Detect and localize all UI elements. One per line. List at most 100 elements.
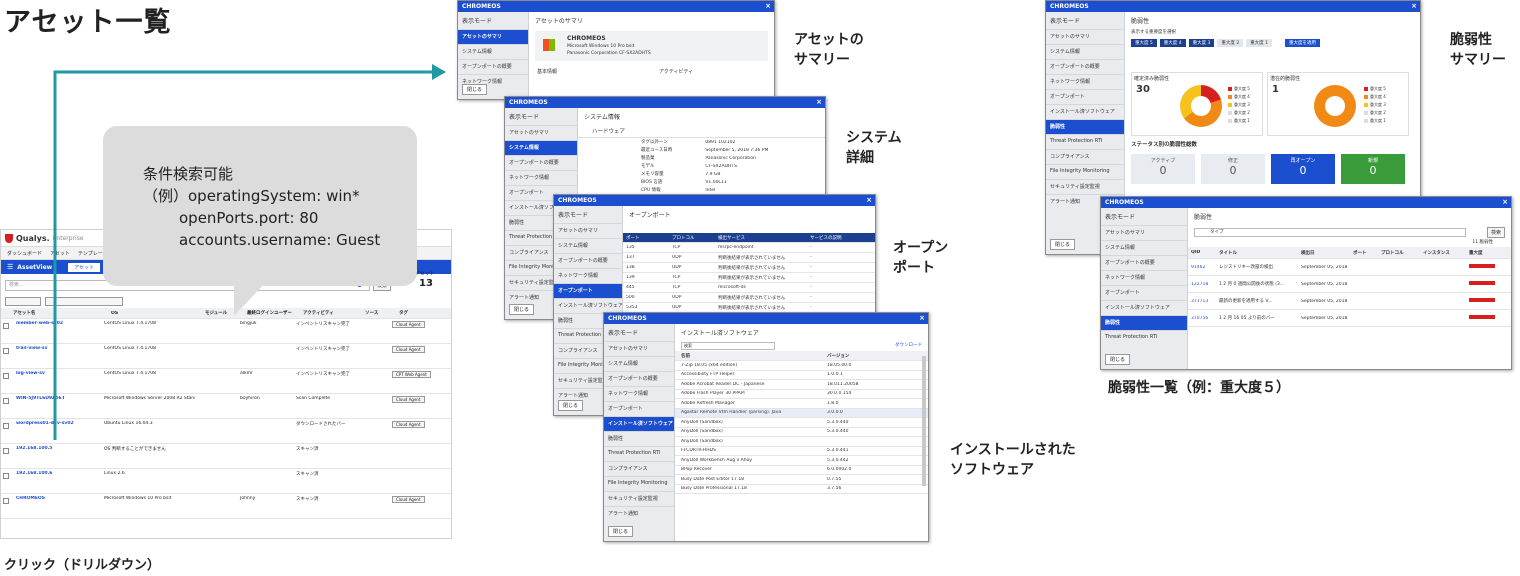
download-link[interactable]: ダウンロード <box>895 342 922 348</box>
software-row[interactable]: Agastar Remote Vtm Handler (parsing). Ja… <box>675 408 928 418</box>
port-row[interactable]: 135 TCP msrpc-endpoint - <box>623 243 875 253</box>
filter-input[interactable] <box>1194 228 1466 237</box>
software-search-input[interactable]: 検索 <box>681 342 775 350</box>
vuln-qid[interactable]: 91462 <box>1188 265 1216 270</box>
side-menu-item[interactable]: アラート通知 <box>604 506 674 521</box>
status-card[interactable]: 再オープン 0 <box>1271 154 1335 184</box>
vuln-row[interactable]: 371713 最新の更新を適用する V... September 05, 2018 <box>1188 293 1511 310</box>
side-menu-item[interactable]: オープンポート <box>1046 89 1124 104</box>
col-qid[interactable]: QID <box>1188 250 1216 255</box>
side-menu-item[interactable]: システム情報 <box>1046 44 1124 59</box>
side-menu-item[interactable]: ネットワーク情報 <box>604 386 674 401</box>
side-menu-item[interactable]: インストール済ソフトウェア <box>604 416 674 431</box>
col-severity[interactable]: 重大度 <box>1466 250 1506 256</box>
side-menu-item[interactable]: Threat Protection RTI <box>604 446 674 461</box>
side-menu-item[interactable]: オープンポートの概要 <box>1101 255 1187 270</box>
severity-toggle[interactable]: 重大度 1 <box>1246 39 1272 47</box>
col-protocol[interactable]: プロトコル <box>669 235 715 241</box>
close-button[interactable]: 閉じる <box>1050 239 1076 250</box>
col-instance[interactable]: インスタンス <box>1420 250 1466 256</box>
status-card[interactable]: アクティブ 0 <box>1131 154 1195 184</box>
side-menu-item[interactable]: ネットワーク情報 <box>1046 74 1124 89</box>
side-menu-item[interactable]: 脆弱性 <box>1101 315 1187 330</box>
severity-toggle[interactable]: 重大度 5 <box>1131 39 1157 47</box>
side-menu-item[interactable]: 脆弱性 <box>604 431 674 446</box>
software-row[interactable]: Adobe Flash Player 30 PPAPI 30.0.0.154 <box>675 390 928 399</box>
close-icon[interactable]: × <box>765 1 771 12</box>
col-port[interactable]: ポート <box>623 235 669 241</box>
col-sw-version[interactable]: バージョン <box>824 353 910 359</box>
software-row[interactable]: BPop Recover 6.0.0002.0 <box>675 466 928 475</box>
col-title[interactable]: タイトル <box>1216 250 1298 256</box>
port-row[interactable]: 137 UDP 判断後結果が表示されていません - <box>623 253 875 263</box>
software-row[interactable]: AnyDoll (Sandbox) 5.3.0.440 <box>675 418 928 428</box>
side-menu-item[interactable]: ネットワーク情報 <box>1101 270 1187 285</box>
close-button[interactable]: 閉じる <box>509 304 535 315</box>
side-menu-item[interactable]: システム情報 <box>604 356 674 371</box>
side-menu-item[interactable]: インストール済ソフトウェア <box>1046 104 1124 119</box>
col-service-desc[interactable]: サービスの説明 <box>807 235 873 241</box>
vuln-row[interactable]: 91462 レジストリキー改竄の検出 September 05, 2018 <box>1188 259 1511 276</box>
col-port[interactable]: ポート <box>1350 250 1378 256</box>
software-row[interactable]: Adobe Acrobat Reader DC - Japanese 18.011… <box>675 380 928 390</box>
software-row[interactable]: FFCDRTR-HHDS 5.3.0.441 <box>675 447 928 456</box>
side-menu-item[interactable]: File Integrity Monitoring <box>1046 164 1124 179</box>
close-button[interactable]: 閉じる <box>462 84 488 95</box>
vuln-search-button[interactable]: 検索 <box>1486 227 1505 238</box>
side-menu-item[interactable]: Threat Protection RTI <box>1046 134 1124 149</box>
port-row[interactable]: 500 UDP 判断後結果が表示されていません - <box>623 293 875 303</box>
close-button[interactable]: 閉じる <box>558 400 584 411</box>
close-icon[interactable]: × <box>1502 197 1508 208</box>
software-row[interactable]: Busy Date Post Editor 17.18 0.7.55 <box>675 475 928 485</box>
software-row[interactable]: AnyDoll Workbench Aug x Ahoy 5.3.0.442 <box>675 456 928 466</box>
vuln-row[interactable]: 370756 1 2 月 16 05 より前のバー September 05, 20… <box>1188 310 1511 327</box>
side-menu-item[interactable]: アセットのサマリ <box>1101 225 1187 240</box>
side-menu-item[interactable]: セキュリティ設定監視 <box>604 491 674 506</box>
side-menu-item[interactable]: 脆弱性 <box>1046 119 1124 134</box>
side-menu-item[interactable]: インストール済ソフトウェア <box>1101 300 1187 315</box>
side-menu-item[interactable]: アセットのサマリ <box>604 341 674 356</box>
close-icon[interactable]: × <box>866 195 872 206</box>
close-icon[interactable]: × <box>816 97 822 108</box>
software-row[interactable]: 7-Zip 18.05 (x64 edition) 18.05.00.0 <box>675 361 928 371</box>
col-service[interactable]: 検出サービス <box>715 235 807 241</box>
side-menu-item[interactable]: オープンポートの概要 <box>604 371 674 386</box>
status-card[interactable]: 新規 0 <box>1341 154 1405 184</box>
side-menu-item[interactable]: オープンポートの概要 <box>554 253 622 268</box>
software-row[interactable]: AnyDoll (Sandbox) <box>675 437 928 447</box>
side-menu-item[interactable]: システム情報 <box>505 140 577 155</box>
side-menu-item[interactable]: アセットのサマリ <box>554 223 622 238</box>
side-menu-item[interactable]: セキュリティ設定監視 <box>1046 179 1124 194</box>
close-icon[interactable]: × <box>919 313 925 324</box>
scrollbar[interactable] <box>922 356 926 486</box>
side-menu-item[interactable]: コンプライアンス <box>1046 149 1124 164</box>
close-button[interactable]: 閉じる <box>1105 354 1131 365</box>
side-menu-item[interactable]: オープンポートの概要 <box>458 59 528 74</box>
side-menu-item[interactable]: オープンポート <box>604 401 674 416</box>
col-sw-name[interactable]: 名前 <box>675 353 824 359</box>
side-menu-item[interactable]: Threat Protection RTI <box>1101 330 1187 345</box>
port-row[interactable]: 138 UDP 判断後結果が表示されていません - <box>623 263 875 273</box>
side-menu-item[interactable]: オープンポート <box>554 283 622 298</box>
side-menu-item[interactable]: システム情報 <box>554 238 622 253</box>
side-menu-item[interactable]: File Integrity Monitoring <box>604 476 674 491</box>
vuln-row[interactable]: 122718 1 2 月 0 週間公開後の状態 (3... September 05… <box>1188 276 1511 293</box>
col-detected[interactable]: 検出日 <box>1298 250 1350 256</box>
side-menu-item[interactable]: ネットワーク情報 <box>554 268 622 283</box>
close-button[interactable]: 閉じる <box>608 526 634 537</box>
port-row[interactable]: 139 TCP 判断後結果が表示されていません - <box>623 273 875 283</box>
side-menu-item[interactable]: システム情報 <box>458 44 528 59</box>
side-menu-item[interactable]: アセットのサマリ <box>458 29 528 44</box>
severity-toggle[interactable]: 重大度 2 <box>1217 39 1244 47</box>
severity-toggle[interactable]: 重大度 4 <box>1159 39 1186 47</box>
software-row[interactable]: Adobe Refresh Manager 1.8.0 <box>675 399 928 409</box>
side-menu-item[interactable]: ネットワーク情報 <box>505 170 577 185</box>
close-icon[interactable]: × <box>1411 1 1417 12</box>
software-row[interactable]: AnyDoll (Sandbox) 5.3.0.440 <box>675 428 928 437</box>
status-card[interactable]: 修正 0 <box>1201 154 1265 184</box>
severity-toggle[interactable]: 重大度 3 <box>1188 39 1215 47</box>
side-menu-item[interactable]: インストール済ソフトウェア <box>554 298 622 313</box>
vuln-qid[interactable]: 122718 <box>1188 282 1216 287</box>
side-menu-item[interactable]: システム情報 <box>1101 240 1187 255</box>
vuln-qid[interactable]: 371713 <box>1188 299 1216 304</box>
